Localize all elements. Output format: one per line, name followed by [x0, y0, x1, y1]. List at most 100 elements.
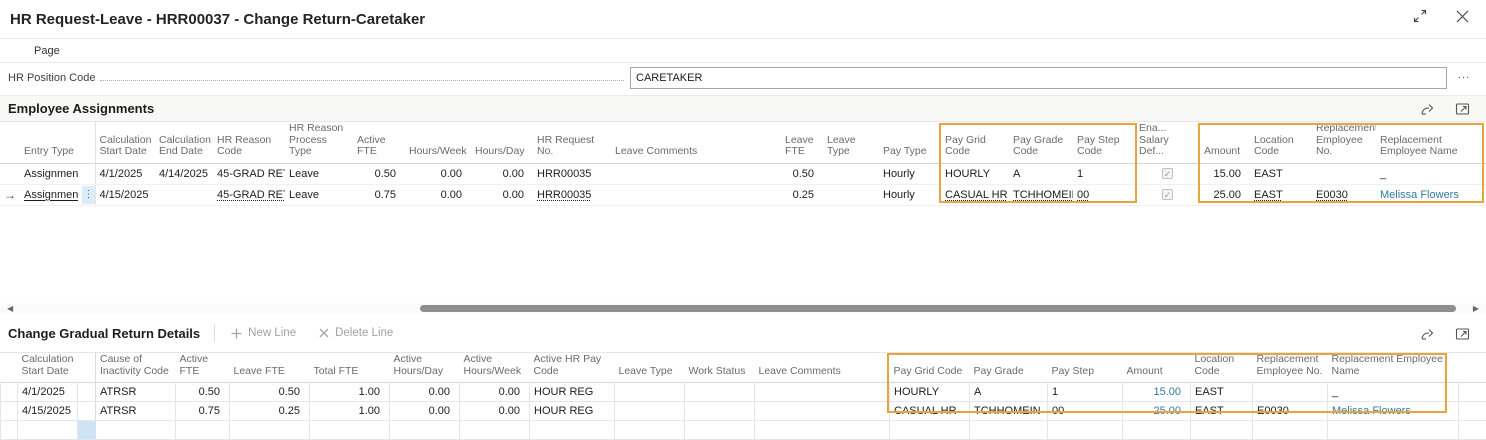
cell-0-15[interactable]: HOURLY	[941, 163, 1009, 184]
col-header-14[interactable]: Pay Type	[879, 122, 941, 163]
cell-0-18[interactable]	[1253, 383, 1328, 402]
cell-1-17[interactable]: 00	[1073, 184, 1135, 205]
cell-1-21[interactable]: E0030	[1312, 184, 1376, 205]
partial-cell-1[interactable]	[18, 421, 78, 440]
close-icon[interactable]	[1454, 8, 1470, 24]
cell-1-5[interactable]: 0.25	[230, 402, 310, 421]
cell-1-1[interactable]: 4/15/2025	[18, 402, 78, 421]
col-header-7[interactable]: Active FTE	[353, 122, 405, 163]
partial-cell-6[interactable]	[310, 421, 390, 440]
cell-0-20[interactable]: EAST	[1250, 163, 1312, 184]
scrollbar-thumb[interactable]	[420, 305, 1456, 312]
cell-0-5[interactable]: 45-GRAD RET...	[213, 163, 285, 184]
partial-cell-8[interactable]	[460, 421, 530, 440]
col-header-10[interactable]: HR Request No.	[533, 122, 611, 163]
cell-1-4[interactable]: 0.75	[176, 402, 230, 421]
cell-0-7[interactable]: 0.50	[353, 163, 405, 184]
partial-cell-9[interactable]	[530, 421, 615, 440]
col-header-15[interactable]: Pay Step	[1048, 353, 1123, 383]
cell-1-7[interactable]: 0.75	[353, 184, 405, 205]
cell-1-9[interactable]: 0.00	[471, 184, 533, 205]
cell-1-16[interactable]: TCHHOMEIN	[1009, 184, 1073, 205]
col-header-4[interactable]: Calculation End Date	[155, 122, 213, 163]
cell-0-3[interactable]: ATRSR	[96, 383, 176, 402]
cell-1-8[interactable]: 0.00	[460, 402, 530, 421]
cell-0-16[interactable]: 15.00	[1123, 383, 1191, 402]
cell-0-14[interactable]: Hourly	[879, 163, 941, 184]
col-header-21[interactable]: Replacement Employee No.	[1312, 122, 1376, 163]
delete-line-button[interactable]: Delete Line	[318, 327, 393, 339]
cell-0-12[interactable]	[755, 383, 890, 402]
col-header-20[interactable]: Location Code	[1250, 122, 1312, 163]
cell-0-13[interactable]	[823, 163, 879, 184]
col-header-17[interactable]: Pay Step Code	[1073, 122, 1135, 163]
cell-0-2[interactable]	[78, 163, 95, 184]
col-header-9[interactable]: Hours/Day	[471, 122, 533, 163]
cell-0-7[interactable]: 0.00	[390, 383, 460, 402]
cell-0-20[interactable]	[1459, 383, 1486, 402]
cell-1-2[interactable]: ⋮	[78, 184, 95, 205]
cell-0-2[interactable]	[78, 383, 96, 402]
cell-0-15[interactable]: 1	[1048, 383, 1123, 402]
col-header-15[interactable]: Pay Grid Code	[941, 122, 1009, 163]
partial-cell-5[interactable]	[230, 421, 310, 440]
cell-1-13[interactable]: CASUAL HR	[890, 402, 970, 421]
cell-1-10[interactable]	[615, 402, 685, 421]
partial-cell-11[interactable]	[685, 421, 755, 440]
cell-0-3[interactable]: 4/1/2025	[95, 163, 155, 184]
cell-1-19[interactable]: Melissa Flowers	[1328, 402, 1459, 421]
cell-1-10[interactable]: HRR00035	[533, 184, 611, 205]
partial-cell-0[interactable]	[1, 421, 18, 440]
cell-1-15[interactable]: 00	[1048, 402, 1123, 421]
col-header-12[interactable]: Leave Comments	[755, 353, 890, 383]
partial-cell-20[interactable]	[1459, 421, 1486, 440]
partial-cell-12[interactable]	[755, 421, 890, 440]
col-header-5[interactable]: HR Reason Code	[213, 122, 285, 163]
cell-1-12[interactable]	[755, 402, 890, 421]
cell-1-14[interactable]: TCHHOMEIN	[970, 402, 1048, 421]
cell-0-1[interactable]: 4/1/2025	[18, 383, 78, 402]
col-header-6[interactable]: Total FTE	[310, 353, 390, 383]
col-header-1[interactable]: Entry Type	[20, 122, 78, 163]
cell-1-18[interactable]: E0030	[1253, 402, 1328, 421]
cell-0-11[interactable]	[611, 163, 781, 184]
cell-1-14[interactable]: Hourly	[879, 184, 941, 205]
col-header-7[interactable]: Active Hours/Day	[390, 353, 460, 383]
col-header-13[interactable]: Pay Grid Code	[890, 353, 970, 383]
partial-cell-4[interactable]	[176, 421, 230, 440]
new-line-button[interactable]: New Line	[230, 327, 296, 340]
partial-cell-19[interactable]	[1328, 421, 1459, 440]
cell-0-19[interactable]: _	[1328, 383, 1459, 402]
cell-1-22[interactable]: Melissa Flowers	[1376, 184, 1486, 205]
partial-cell-2[interactable]	[78, 421, 96, 440]
hr-position-code-input[interactable]: CARETAKER	[630, 67, 1447, 89]
cell-1-0[interactable]: →	[0, 184, 20, 205]
cell-1-0[interactable]	[1, 402, 18, 421]
menu-item-page[interactable]: Page	[34, 45, 60, 57]
cell-1-4[interactable]	[155, 184, 213, 205]
col-header-9[interactable]: Active HR Pay Code	[530, 353, 615, 383]
cell-1-12[interactable]: 0.25	[781, 184, 823, 205]
cell-0-19[interactable]: 15.00	[1200, 163, 1250, 184]
col-header-18[interactable]: Ena... Salary Def...	[1135, 122, 1200, 163]
cell-0-12[interactable]: 0.50	[781, 163, 823, 184]
cell-1-2[interactable]	[78, 402, 96, 421]
table-row[interactable]: 4/1/2025ATRSR0.500.501.000.000.00HOUR RE…	[1, 383, 1486, 402]
col-header-8[interactable]: Hours/Week	[405, 122, 471, 163]
cell-1-15[interactable]: CASUAL HR	[941, 184, 1009, 205]
cell-0-10[interactable]: HRR00035	[533, 163, 611, 184]
col-header-19[interactable]: Amount	[1200, 122, 1250, 163]
col-header-12[interactable]: Leave FTE	[781, 122, 823, 163]
cell-0-6[interactable]: 1.00	[310, 383, 390, 402]
focus-mode-icon[interactable]	[1454, 101, 1470, 117]
partial-cell-13[interactable]	[890, 421, 970, 440]
cell-0-10[interactable]	[615, 383, 685, 402]
partial-cell-18[interactable]	[1253, 421, 1328, 440]
table-row-partial[interactable]	[1, 421, 1486, 440]
cell-0-8[interactable]: 0.00	[460, 383, 530, 402]
col-header-11[interactable]: Leave Comments	[611, 122, 781, 163]
cell-0-6[interactable]: Leave	[285, 163, 353, 184]
cell-0-16[interactable]: A	[1009, 163, 1073, 184]
cell-0-8[interactable]: 0.00	[405, 163, 471, 184]
cell-0-4[interactable]: 0.50	[176, 383, 230, 402]
